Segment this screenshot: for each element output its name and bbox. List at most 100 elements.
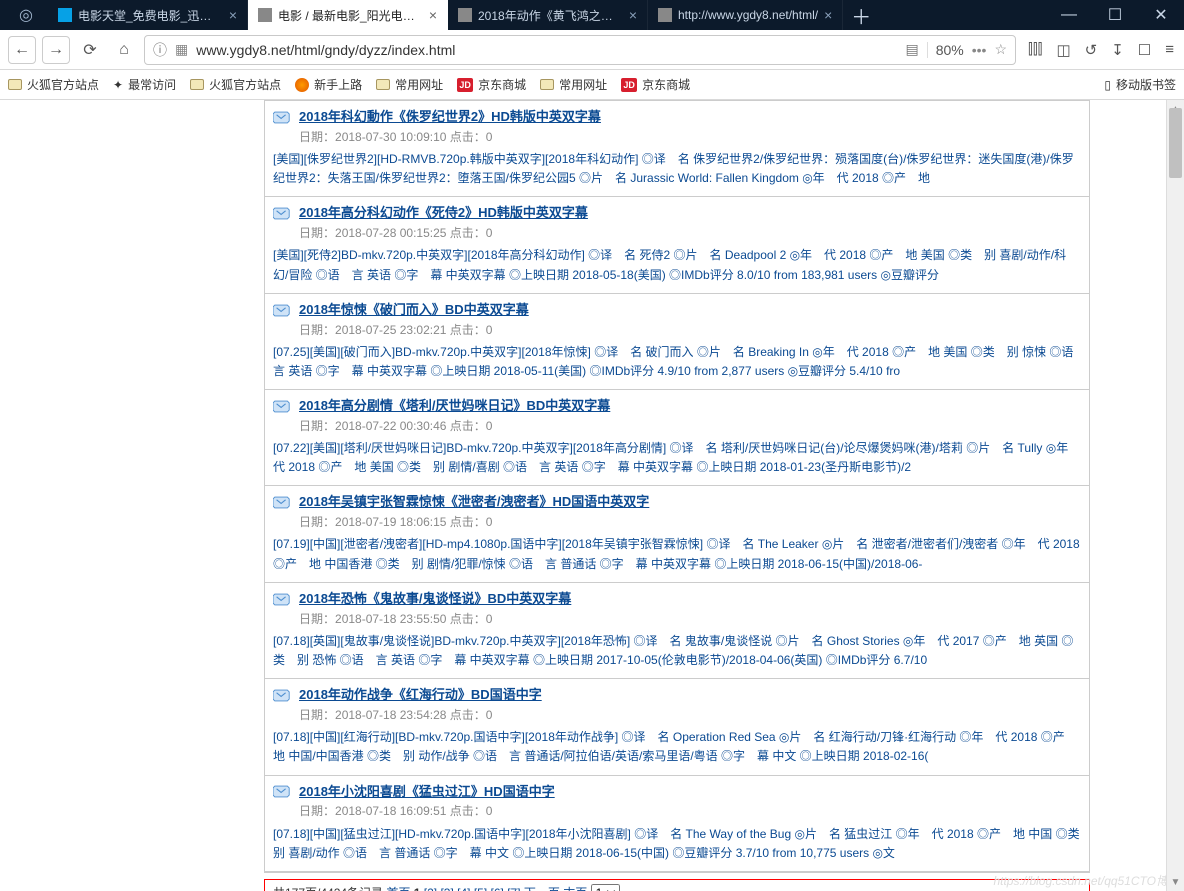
movie-title-link[interactable]: 2018年小沈阳喜剧《猛虫过江》HD国语中字 — [299, 782, 555, 803]
page-actions-icon[interactable]: ••• — [972, 42, 987, 58]
forward-button[interactable]: → — [42, 36, 70, 64]
bookmark-item[interactable]: 常用网址 — [540, 76, 607, 93]
url-bar[interactable]: ⓘ ▦ ▤ 80% ••• ☆ — [144, 35, 1016, 65]
movie-icon — [273, 495, 291, 510]
zoom-level[interactable]: 80% — [927, 42, 964, 58]
tab-label: 2018年动作《黄飞鸿之南北英 — [478, 7, 623, 24]
movie-meta: 日期：2018-07-28 00:15:25 点击：0 — [299, 224, 1081, 243]
movie-meta: 日期：2018-07-19 18:06:15 点击：0 — [299, 513, 1081, 532]
tracking-icon[interactable]: ▦ — [175, 41, 188, 58]
movie-icon — [273, 399, 291, 414]
page-link[interactable]: [5] — [474, 886, 491, 891]
tab-1[interactable]: 电影 / 最新电影_阳光电影-迅 × — [248, 0, 448, 30]
sync-icon[interactable]: ☐ — [1138, 41, 1151, 59]
home-button[interactable]: ⌂ — [110, 36, 138, 64]
tab-label: 电影天堂_免费电影_迅雷电 — [78, 7, 223, 24]
movie-title-link[interactable]: 2018年动作战争《红海行动》BD国语中字 — [299, 685, 542, 706]
movie-meta: 日期：2018-07-25 23:02:21 点击：0 — [299, 321, 1081, 340]
history-icon[interactable]: ↺ — [1085, 41, 1098, 59]
bookmark-item[interactable]: 火狐官方站点 — [8, 76, 99, 93]
movie-desc: [07.25][美国][破门而入]BD-mkv.720p.中英双字][2018年… — [273, 343, 1081, 381]
tab-strip: ◎ 电影天堂_免费电影_迅雷电 × 电影 / 最新电影_阳光电影-迅 × 201… — [0, 0, 1046, 30]
firefox-icon — [295, 78, 309, 92]
movie-desc: [07.19][中国][泄密者/洩密者][HD-mp4.1080p.国语中字][… — [273, 535, 1081, 573]
movie-desc: [07.18][英国][鬼故事/鬼谈怪说]BD-mkv.720p.中英双字][2… — [273, 632, 1081, 670]
bookmark-star-icon[interactable]: ☆ — [994, 41, 1007, 58]
scrollbar-thumb[interactable] — [1169, 108, 1182, 178]
page-link[interactable]: [4] — [457, 886, 474, 891]
menu-icon[interactable]: ≡ — [1165, 41, 1174, 58]
movie-icon — [273, 110, 291, 125]
tab-label: http://www.ygdy8.net/html/ — [678, 8, 818, 22]
movie-title-link[interactable]: 2018年惊悚《破门而入》BD中英双字幕 — [299, 300, 529, 321]
pagination: 共177页/4424条记录 首页 1 [2] [3] [4] [5] [6] [… — [264, 879, 1090, 891]
reload-button[interactable]: ⟳ — [76, 36, 104, 64]
minimize-button[interactable]: — — [1046, 0, 1092, 30]
bookmark-item[interactable]: JD京东商城 — [621, 76, 690, 93]
movie-icon — [273, 592, 291, 607]
maximize-button[interactable]: ☐ — [1092, 0, 1138, 30]
library-icon[interactable]: ⫿⫿⫿ — [1028, 41, 1042, 58]
reader-mode-icon[interactable]: ▤ — [905, 41, 918, 58]
movie-meta: 日期：2018-07-18 23:54:28 点击：0 — [299, 706, 1081, 725]
jd-icon: JD — [457, 78, 473, 92]
bookmark-item[interactable]: ✦最常访问 — [113, 76, 176, 93]
movie-title-link[interactable]: 2018年科幻動作《侏罗纪世界2》HD韩版中英双字幕 — [299, 107, 601, 128]
tab-0[interactable]: 电影天堂_免费电影_迅雷电 × — [48, 0, 248, 30]
url-input[interactable] — [196, 42, 897, 58]
mobile-bookmarks[interactable]: ▯移动版书签 — [1104, 76, 1176, 93]
tab-label: 电影 / 最新电影_阳光电影-迅 — [278, 7, 423, 24]
movie-row: 2018年高分剧情《塔利/厌世妈咪日记》BD中英双字幕日期：2018-07-22… — [264, 390, 1090, 486]
movie-title-link[interactable]: 2018年高分剧情《塔利/厌世妈咪日记》BD中英双字幕 — [299, 396, 610, 417]
movie-meta: 日期：2018-07-18 23:55:50 点击：0 — [299, 610, 1081, 629]
page-next[interactable]: 下一页 — [524, 886, 560, 891]
close-icon[interactable]: × — [229, 7, 237, 23]
close-icon[interactable]: × — [429, 7, 437, 23]
scroll-down-icon[interactable]: ▼ — [1167, 873, 1184, 891]
bookmark-item[interactable]: JD京东商城 — [457, 76, 526, 93]
movie-row: 2018年吴镇宇张智霖惊悚《泄密者/洩密者》HD国语中英双字日期：2018-07… — [264, 486, 1090, 582]
close-icon[interactable]: × — [824, 7, 832, 23]
page-link[interactable]: [3] — [440, 886, 457, 891]
new-tab-button[interactable]: ＋ — [843, 0, 879, 30]
movie-row: 2018年惊悚《破门而入》BD中英双字幕日期：2018-07-25 23:02:… — [264, 294, 1090, 390]
tab-3[interactable]: http://www.ygdy8.net/html/ × — [648, 0, 843, 30]
scrollbar[interactable]: ▲ ▼ — [1166, 100, 1184, 891]
bookmark-item[interactable]: 常用网址 — [376, 76, 443, 93]
movie-icon — [273, 303, 291, 318]
star-icon: ✦ — [113, 78, 123, 92]
movie-title-link[interactable]: 2018年吴镇宇张智霖惊悚《泄密者/洩密者》HD国语中英双字 — [299, 492, 649, 513]
sidebar-icon[interactable]: ◫ — [1056, 41, 1070, 59]
tab-2[interactable]: 2018年动作《黄飞鸿之南北英 × — [448, 0, 648, 30]
movie-icon — [273, 784, 291, 799]
page-current: 1 — [414, 886, 421, 891]
movie-meta: 日期：2018-07-18 16:09:51 点击：0 — [299, 802, 1081, 821]
movie-row: 2018年动作战争《红海行动》BD国语中字日期：2018-07-18 23:54… — [264, 679, 1090, 775]
titlebar: ◎ 电影天堂_免费电影_迅雷电 × 电影 / 最新电影_阳光电影-迅 × 201… — [0, 0, 1184, 30]
page-select[interactable]: 1 — [591, 884, 620, 891]
movie-desc: [07.18][中国][红海行动][BD-mkv.720p.国语中字][2018… — [273, 728, 1081, 766]
movie-meta: 日期：2018-07-22 00:30:46 点击：0 — [299, 417, 1081, 436]
page-link[interactable]: [6] — [491, 886, 508, 891]
movie-desc: [07.18][中国][猛虫过江][HD-mkv.720p.国语中字][2018… — [273, 825, 1081, 863]
page-first[interactable]: 首页 — [386, 886, 410, 891]
page-link[interactable]: [7] — [507, 886, 524, 891]
movie-list: 2018年科幻動作《侏罗纪世界2》HD韩版中英双字幕日期：2018-07-30 … — [264, 100, 1090, 873]
site-info-icon[interactable]: ⓘ — [153, 40, 167, 60]
movie-row: 2018年高分科幻动作《死侍2》HD韩版中英双字幕日期：2018-07-28 0… — [264, 197, 1090, 293]
movie-title-link[interactable]: 2018年高分科幻动作《死侍2》HD韩版中英双字幕 — [299, 203, 588, 224]
movie-title-link[interactable]: 2018年恐怖《鬼故事/鬼谈怪说》BD中英双字幕 — [299, 589, 571, 610]
downloads-icon[interactable]: ↧ — [1111, 41, 1124, 59]
bookmark-item[interactable]: 火狐官方站点 — [190, 76, 281, 93]
page-link[interactable]: [2] — [424, 886, 441, 891]
movie-icon — [273, 206, 291, 221]
bookmark-item[interactable]: 新手上路 — [295, 76, 362, 93]
page-last[interactable]: 末页 — [563, 886, 587, 891]
movie-row: 2018年科幻動作《侏罗纪世界2》HD韩版中英双字幕日期：2018-07-30 … — [264, 100, 1090, 197]
new-tab-globe[interactable]: ◎ — [4, 0, 48, 30]
movie-desc: [美国][死侍2]BD-mkv.720p.中英双字][2018年高分科幻动作] … — [273, 246, 1081, 284]
close-icon[interactable]: × — [629, 7, 637, 23]
back-button[interactable]: ← — [8, 36, 36, 64]
close-window-button[interactable]: ✕ — [1138, 0, 1184, 30]
page-summary: 共177页/4424条记录 — [273, 886, 386, 891]
